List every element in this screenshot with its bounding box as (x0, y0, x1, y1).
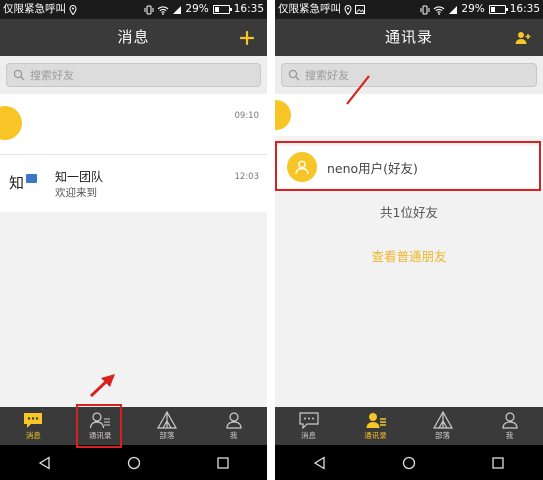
user-avatar (0, 106, 22, 140)
back-icon[interactable] (313, 455, 327, 470)
logo-text: 知 (9, 174, 25, 192)
battery-icon (212, 5, 232, 14)
tab-label: 通讯录 (364, 431, 387, 440)
system-nav-bar (0, 445, 267, 480)
contacts-icon (366, 413, 386, 428)
contact-list: neno用户(好友) 共1位好友 查看普通朋友 (275, 94, 543, 407)
location-icon (344, 4, 352, 15)
tent-icon (432, 411, 453, 429)
team-logo: 知 (9, 172, 38, 193)
home-icon[interactable] (402, 456, 416, 470)
message-list: 09:10 知 知一团队 欢迎来到 12:03 (0, 94, 267, 407)
vibrate-icon (144, 5, 154, 15)
search-area: 搜索好友 (275, 56, 543, 94)
battery-level (214, 7, 219, 12)
tab-label: 我 (229, 431, 238, 440)
clock: 16:35 (509, 3, 540, 15)
carrier-text: 仅限紧急呼叫 (278, 3, 341, 15)
battery-percent: 29% (461, 3, 485, 15)
signal-icon (448, 5, 458, 15)
recents-icon[interactable] (216, 456, 230, 470)
tab-messages[interactable]: 消息 (0, 407, 67, 445)
battery-icon (488, 5, 508, 14)
user-avatar (275, 100, 291, 130)
search-icon (288, 69, 300, 81)
wifi-icon (433, 5, 445, 15)
add-friend-button[interactable] (511, 19, 535, 56)
list-item[interactable] (275, 94, 543, 136)
tab-me[interactable]: 我 (200, 407, 267, 445)
search-input[interactable]: 搜索好友 (6, 63, 261, 87)
title-bar: 通讯录 (275, 19, 543, 56)
friend-count: 共1位好友 (380, 205, 438, 220)
chat-icon (298, 412, 319, 429)
message-time: 09:10 (234, 111, 260, 121)
page-title: 通讯录 (384, 28, 433, 46)
carrier-text: 仅限紧急呼叫 (3, 3, 66, 15)
person-icon (501, 412, 518, 429)
list-item[interactable]: 09:10 (0, 94, 267, 154)
laptop-icon (26, 174, 38, 183)
tab-me[interactable]: 我 (476, 407, 543, 445)
image-icon (355, 5, 365, 14)
messages-screen: 仅限紧急呼叫 29% 16:35 消息 搜索好友 09:10 知 知一团队 欢迎… (0, 0, 267, 480)
tab-label: 部落 (159, 431, 175, 440)
add-user-icon (515, 31, 531, 44)
contact-name: 知一团队 (55, 170, 104, 184)
location-icon (69, 4, 77, 15)
message-time: 12:03 (234, 172, 260, 182)
page-title: 消息 (117, 28, 150, 46)
clock: 16:35 (233, 3, 264, 15)
search-icon (13, 69, 25, 81)
contacts-tab-highlight (76, 404, 122, 448)
vibrate-icon (420, 5, 430, 15)
divider (267, 0, 275, 480)
search-area: 搜索好友 (0, 56, 267, 94)
friend-row-highlight (275, 141, 541, 191)
search-input[interactable]: 搜索好友 (281, 63, 537, 87)
back-icon[interactable] (38, 455, 52, 470)
tab-bar: 消息 通讯录 部落 我 (0, 407, 267, 445)
tab-label: 消息 (25, 431, 41, 440)
person-icon (226, 412, 242, 429)
tab-contacts[interactable]: 通讯录 (342, 407, 409, 445)
view-normal-friends-link[interactable]: 查看普通朋友 (275, 246, 543, 265)
title-bar: 消息 (0, 19, 267, 56)
wifi-icon (157, 5, 169, 15)
add-button[interactable] (235, 19, 259, 56)
chat-icon (24, 413, 43, 428)
tab-label: 我 (505, 431, 514, 440)
tab-messages[interactable]: 消息 (275, 407, 342, 445)
pointer-arrow-icon (89, 374, 115, 398)
status-bar: 仅限紧急呼叫 29% 16:35 (275, 0, 543, 19)
plus-icon (240, 30, 254, 45)
pointer-line-icon (346, 75, 370, 105)
status-bar: 仅限紧急呼叫 29% 16:35 (0, 0, 267, 19)
search-placeholder: 搜索好友 (30, 69, 74, 82)
signal-icon (172, 5, 182, 15)
battery-level (490, 7, 495, 12)
tab-label: 消息 (301, 431, 316, 440)
battery-percent: 29% (185, 3, 209, 15)
system-nav-bar (275, 445, 543, 480)
tab-tribe[interactable]: 部落 (409, 407, 476, 445)
tab-tribe[interactable]: 部落 (134, 407, 201, 445)
list-item[interactable]: 知 知一团队 欢迎来到 12:03 (0, 154, 267, 212)
tab-label: 部落 (435, 431, 450, 440)
tab-bar: 消息 通讯录 部落 我 (275, 407, 543, 445)
message-snippet: 欢迎来到 (55, 187, 97, 199)
contacts-screen: 仅限紧急呼叫 29% 16:35 通讯录 搜索好友 neno用户(好友) 共1位… (275, 0, 543, 480)
home-icon[interactable] (127, 456, 141, 470)
recents-icon[interactable] (491, 456, 505, 470)
tent-icon (156, 411, 177, 429)
